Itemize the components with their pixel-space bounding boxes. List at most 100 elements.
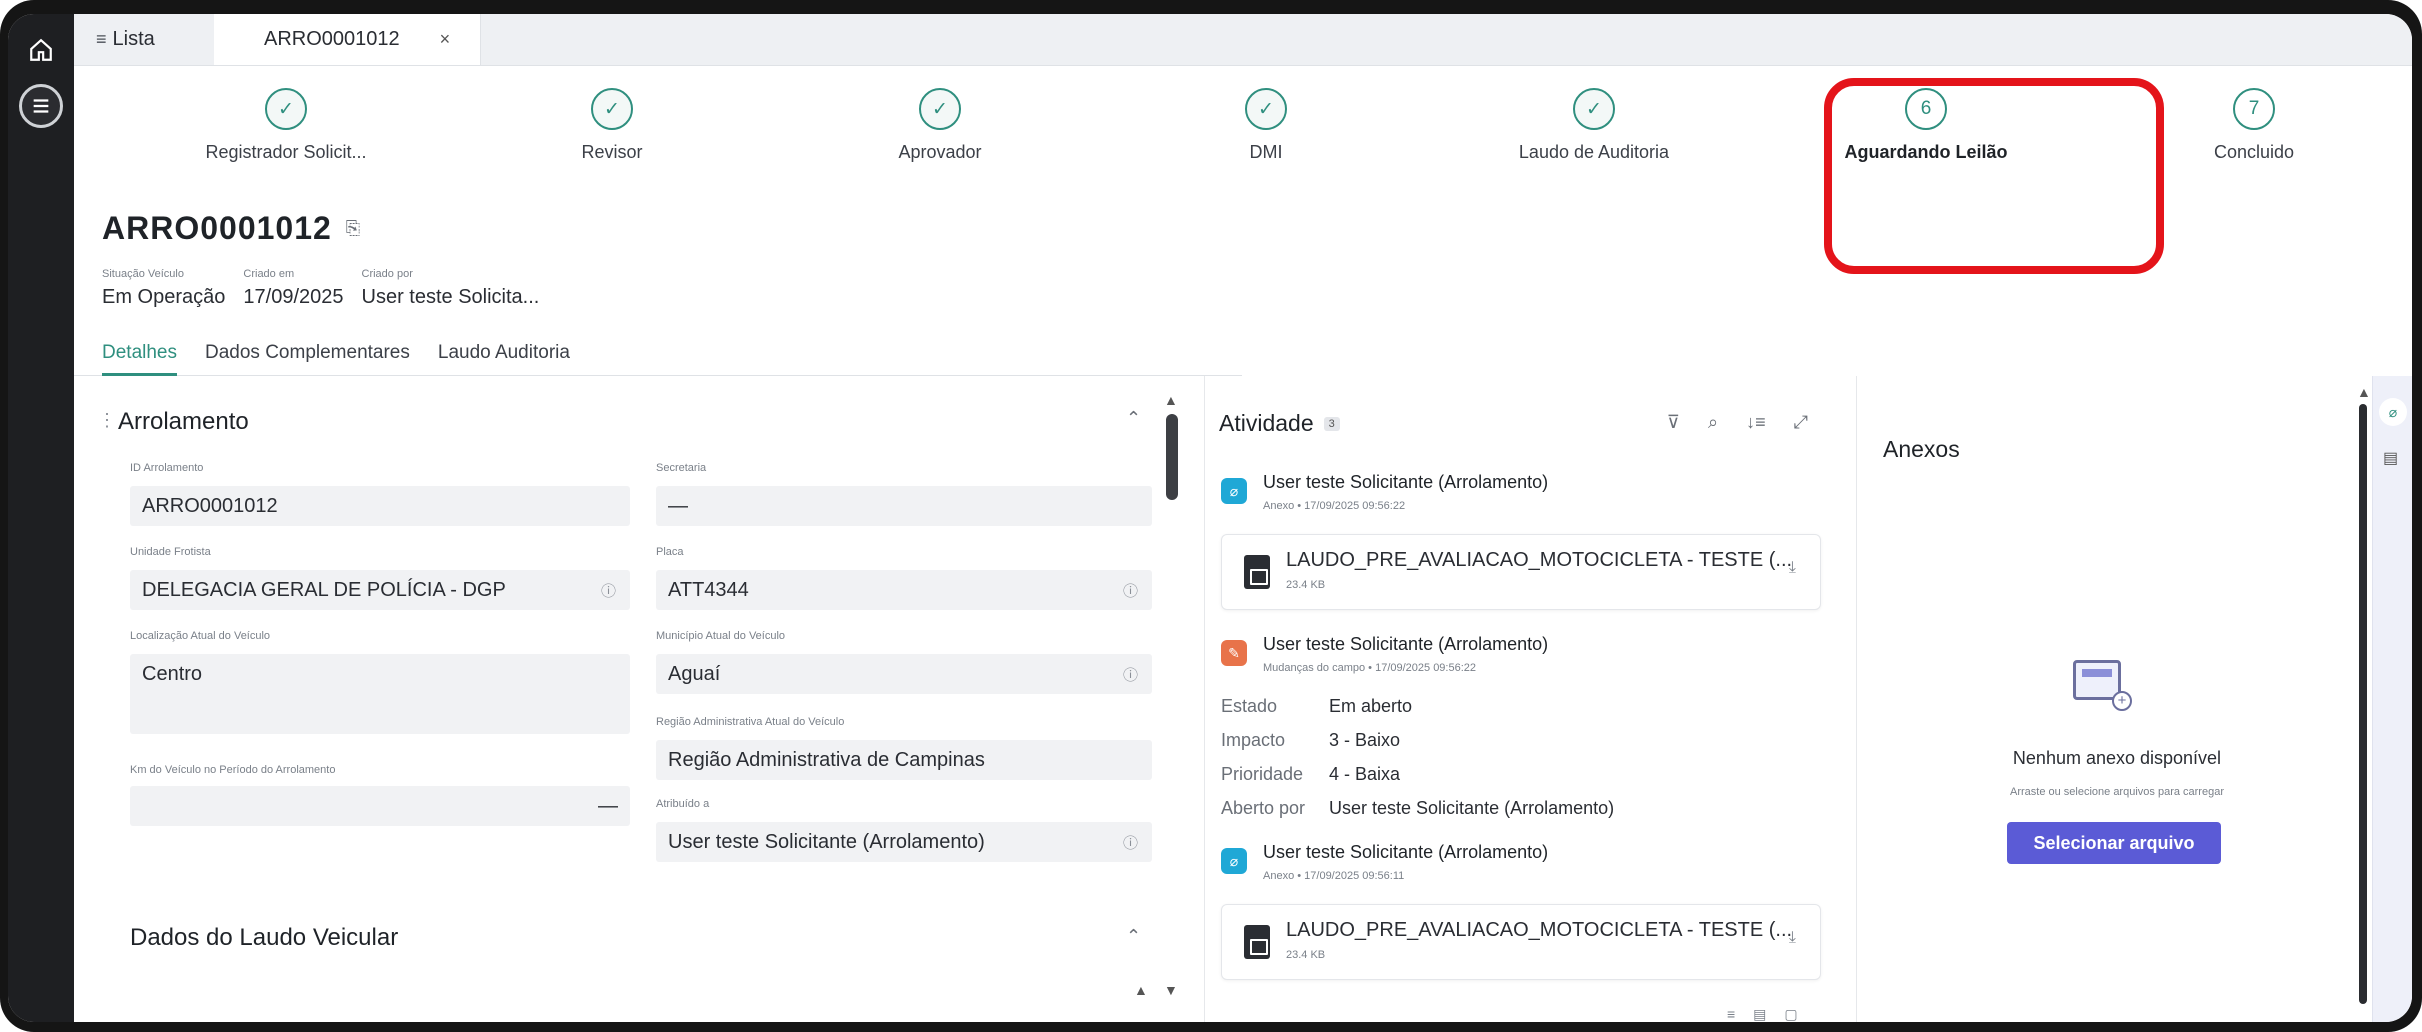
step-registrador[interactable]: ✓ Registrador Solicit... — [146, 88, 426, 163]
drag-handle-icon[interactable]: ⋮ — [98, 410, 116, 431]
placa-field[interactable]: ATT4344 ⓘ — [656, 570, 1152, 610]
change-key: Prioridade — [1221, 764, 1304, 784]
list-icon: ≡ — [96, 29, 107, 49]
field-label: Unidade Frotista — [130, 546, 211, 558]
copy-icon[interactable]: ⎘ — [346, 218, 361, 239]
check-icon: ✓ — [1573, 88, 1615, 130]
step-laudo-auditoria[interactable]: ✓ Laudo de Auditoria — [1454, 88, 1734, 163]
step-aguardando-leilao[interactable]: 6 Aguardando Leilão — [1786, 88, 2066, 163]
document-icon[interactable]: ▤ — [2383, 448, 2398, 468]
activity-count-badge: 3 — [1323, 416, 1340, 431]
close-icon[interactable]: × — [440, 29, 451, 50]
field-label: Município Atual do Veículo — [656, 630, 786, 642]
unidade-frotista-field[interactable]: DELEGACIA GERAL DE POLÍCIA - DGP ⓘ — [130, 570, 630, 610]
secretaria-field[interactable]: — — [656, 486, 1152, 526]
tab-record-label: ARRO0001012 — [264, 28, 400, 50]
step-label: Aprovador — [898, 142, 982, 162]
menu-icon[interactable] — [19, 84, 63, 128]
id-arrolamento-field[interactable]: ARRO0001012 — [130, 486, 630, 526]
regiao-field[interactable]: Região Administrativa de Campinas — [656, 740, 1152, 780]
list-view-icon[interactable]: ≡ — [1727, 1006, 1735, 1022]
activity-title: Atividade — [1219, 410, 1314, 436]
localizacao-field[interactable]: Centro — [130, 654, 630, 734]
info-icon[interactable]: ⓘ — [601, 580, 616, 601]
activity-panel: Atividade 3 ⊽ ⌕ ↓≡ ⤢ ⌀ User teste Solici… — [1204, 376, 1844, 1022]
empty-state-title: Nenhum anexo disponível — [2012, 748, 2222, 768]
step-revisor[interactable]: ✓ Revisor — [472, 88, 752, 163]
attachment-card[interactable]: LAUDO_PRE_AVALIACAO_MOTOCICLETA - TESTE … — [1221, 904, 1821, 980]
attachment-size: 23.4 KB — [1286, 949, 1326, 961]
download-icon[interactable]: ⤓ — [1789, 559, 1796, 577]
meta-value: User teste Solicita... — [361, 286, 540, 308]
tab-detalhes[interactable]: Detalhes — [102, 334, 177, 376]
change-value: 3 - Baixo — [1329, 730, 1401, 750]
meta-label: Criado em — [243, 268, 295, 280]
scrollbar-thumb[interactable] — [2359, 404, 2367, 1004]
tab-record[interactable]: ARRO0001012 × — [214, 14, 482, 65]
attachment-size: 23.4 KB — [1286, 579, 1326, 591]
info-icon[interactable]: ⓘ — [1123, 832, 1138, 853]
step-label: Revisor — [581, 142, 643, 162]
step-dmi[interactable]: ✓ DMI — [1126, 88, 1406, 163]
field-value: DELEGACIA GERAL DE POLÍCIA - DGP — [142, 579, 506, 601]
paperclip-icon: ⌀ — [1221, 478, 1247, 504]
activity-meta: Anexo • 17/09/2025 09:56:22 — [1263, 500, 1406, 512]
tab-laudo-auditoria[interactable]: Laudo Auditoria — [438, 334, 570, 376]
change-key: Impacto — [1221, 730, 1286, 750]
form-panel: ⋮ Arrolamento ⌃ ID Arrolamento ARRO00010… — [74, 376, 1184, 1022]
meta-label: Criado por — [361, 268, 413, 280]
chevron-up-icon[interactable]: ⌃ — [1126, 926, 1141, 947]
step-concluido[interactable]: 7 Concluido — [2114, 88, 2394, 163]
field-label: Placa — [656, 546, 684, 558]
atribuido-field[interactable]: User teste Solicitante (Arrolamento) ⓘ — [656, 822, 1152, 862]
step-number: 6 — [1905, 88, 1947, 130]
workflow-stepper: ✓ Registrador Solicit... ✓ Revisor ✓ Apr… — [74, 66, 2364, 274]
check-icon: ✓ — [591, 88, 633, 130]
change-row: Impacto 3 - Baixo — [1221, 730, 1400, 751]
scroll-up-icon[interactable]: ▲ — [1164, 392, 1178, 408]
info-icon[interactable]: ⓘ — [1123, 664, 1138, 685]
activity-author: User teste Solicitante (Arrolamento) — [1263, 842, 1549, 862]
attachment-card[interactable]: LAUDO_PRE_AVALIACAO_MOTOCICLETA - TESTE … — [1221, 534, 1821, 610]
tab-dados-complementares[interactable]: Dados Complementares — [205, 334, 410, 376]
chevron-up-icon[interactable]: ⌃ — [1126, 408, 1141, 429]
activity-meta: Anexo • 17/09/2025 09:56:11 — [1263, 870, 1405, 882]
record-meta: Situação Veículo Em Operação Criado em 17/… — [102, 268, 539, 309]
sort-icon[interactable]: ↓≡ — [1746, 412, 1766, 433]
activity-header: Atividade 3 — [1219, 410, 1340, 437]
filter-icon[interactable]: ⊽ — [1667, 412, 1680, 433]
card-view-icon[interactable]: ▢ — [1784, 1006, 1797, 1022]
scroll-up-icon[interactable]: ▲ — [2357, 384, 2371, 400]
field-label: Km do Veículo no Período do Arrolamento — [130, 764, 336, 776]
paperclip-icon[interactable]: ⌀ — [2379, 398, 2407, 426]
scroll-down-icon[interactable]: ▼ — [1164, 982, 1178, 998]
info-icon[interactable]: ⓘ — [1123, 580, 1138, 601]
attachment-name[interactable]: LAUDO_PRE_AVALIACAO_MOTOCICLETA - TESTE … — [1286, 549, 1792, 572]
activity-author: User teste Solicitante (Arrolamento) — [1263, 472, 1549, 492]
check-icon: ✓ — [1245, 88, 1287, 130]
field-label: ID Arrolamento — [130, 462, 204, 474]
select-file-button[interactable]: Selecionar arquivo — [2007, 822, 2221, 864]
step-aprovador[interactable]: ✓ Aprovador — [800, 88, 1080, 163]
change-value: 4 - Baixa — [1329, 764, 1401, 784]
search-icon[interactable]: ⌕ — [1708, 412, 1718, 433]
municipio-field[interactable]: Aguaí ⓘ — [656, 654, 1152, 694]
attachments-panel: Anexos + Nenhum anexo disponível Arraste… — [1856, 376, 2376, 1022]
expand-icon[interactable]: ⤢ — [1794, 412, 1808, 433]
change-row: Prioridade 4 - Baixa — [1221, 764, 1400, 785]
tab-list[interactable]: ≡ Lista — [74, 14, 214, 65]
attachment-name[interactable]: LAUDO_PRE_AVALIACAO_MOTOCICLETA - TESTE … — [1286, 919, 1792, 942]
scrollbar-thumb[interactable] — [1166, 414, 1178, 500]
field-label: Atribuído a — [656, 798, 710, 810]
compact-view-icon[interactable]: ▤ — [1753, 1006, 1766, 1022]
download-icon[interactable]: ⤓ — [1789, 929, 1796, 947]
record-header: ARRO0001012 ⎘ — [102, 210, 361, 247]
km-field[interactable]: — — [130, 786, 630, 826]
step-label: Aguardando Leilão — [1844, 142, 2008, 162]
home-icon[interactable] — [19, 28, 63, 72]
step-number: 7 — [2233, 88, 2275, 130]
left-rail — [8, 14, 74, 1022]
meta-label: Situação Veículo — [102, 268, 184, 280]
scroll-up-icon[interactable]: ▲ — [1134, 982, 1148, 998]
view-toggle: ≡ ▤ ▢ — [1727, 1006, 1798, 1022]
